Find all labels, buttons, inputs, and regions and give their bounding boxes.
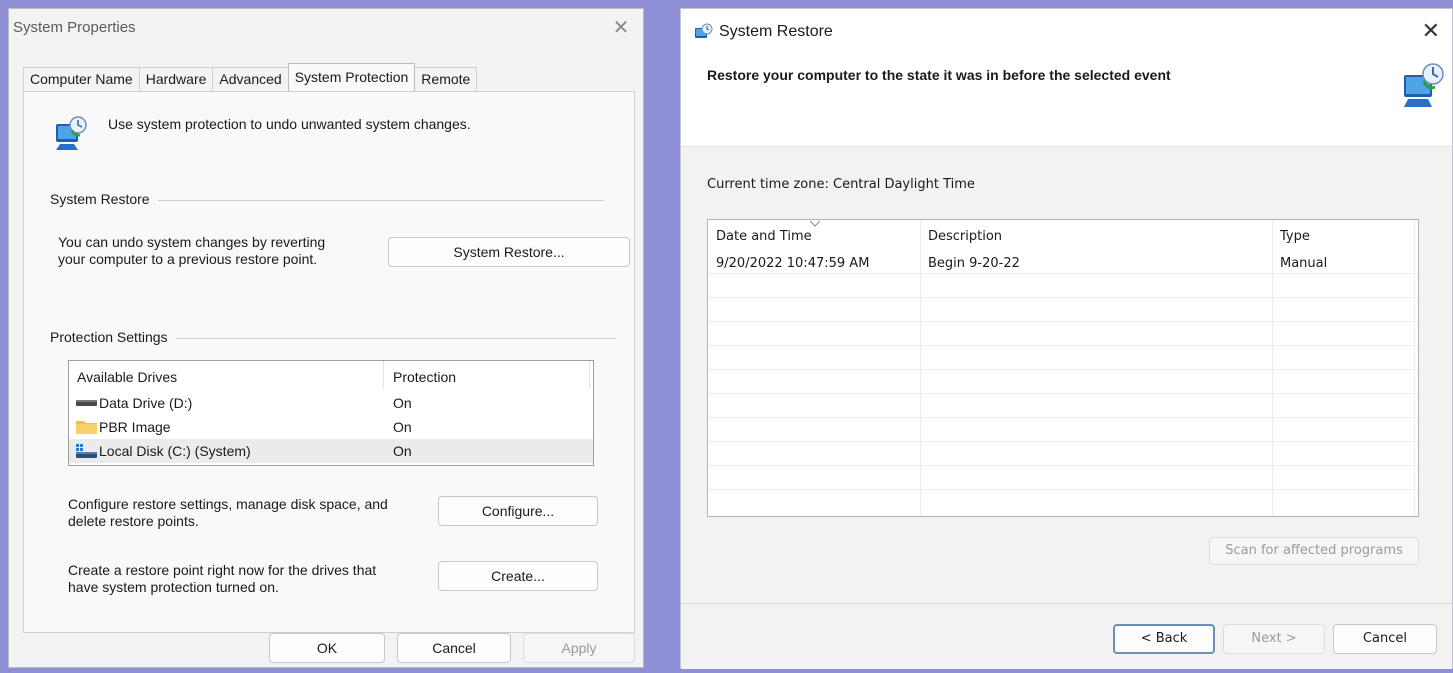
empty-row: [708, 418, 1418, 442]
system-restore-button[interactable]: System Restore...: [388, 237, 630, 267]
restore-description: You can undo system changes by reverting…: [58, 234, 326, 267]
cancel-button[interactable]: Cancel: [397, 633, 511, 663]
system-protection-icon: [56, 116, 87, 150]
system-protection-panel: Use system protection to undo unwanted s…: [23, 91, 635, 633]
table-header: Date and Time Description Type: [708, 220, 1418, 250]
row-date: 9/20/2022 10:47:59 AM: [716, 256, 870, 271]
system-restore-icon: [695, 23, 713, 38]
drive-row-data-drive[interactable]: Data Drive (D:) On: [69, 391, 593, 415]
tab-remote[interactable]: Remote: [414, 67, 478, 91]
row-type: Manual: [1280, 256, 1328, 271]
empty-row: [708, 274, 1418, 298]
protection-settings-group-label: Protection Settings: [50, 329, 176, 345]
ok-button[interactable]: OK: [269, 633, 385, 663]
timezone-label: Current time zone: Central Daylight Time: [707, 177, 975, 192]
empty-row: [708, 370, 1418, 394]
next-button[interactable]: Next >: [1223, 624, 1325, 654]
system-restore-group-label: System Restore: [50, 191, 158, 207]
tab-system-protection[interactable]: System Protection: [287, 63, 416, 91]
drive-protection-status: On: [393, 419, 412, 435]
system-restore-icon: [1404, 63, 1444, 107]
system-restore-window: System Restore ✕ Restore your computer t…: [680, 8, 1453, 669]
empty-row: [708, 442, 1418, 466]
drive-name: PBR Image: [99, 419, 171, 435]
close-icon[interactable]: ✕: [1422, 19, 1440, 43]
hard-drive-icon: [76, 400, 97, 406]
dialog-buttons: OK Cancel Apply: [9, 633, 643, 669]
configure-description: Configure restore settings, manage disk …: [68, 496, 388, 529]
drive-protection-status: On: [393, 395, 412, 411]
restore-points-table[interactable]: Date and Time Description Type 9/20/2022…: [707, 219, 1419, 517]
empty-row: [708, 322, 1418, 346]
create-description: Create a restore point right now for the…: [68, 562, 377, 595]
wizard-header: System Restore ✕ Restore your computer t…: [681, 9, 1452, 147]
wizard-heading: Restore your computer to the state it wa…: [707, 67, 1171, 83]
available-drives-list[interactable]: Available Drives Protection Data Drive (…: [68, 360, 594, 466]
row-description: Begin 9-20-22: [928, 256, 1020, 271]
scan-affected-programs-button[interactable]: Scan for affected programs: [1209, 537, 1419, 565]
back-button[interactable]: < Back: [1113, 624, 1215, 654]
sort-descending-icon: [809, 220, 821, 227]
drive-name: Data Drive (D:): [99, 395, 193, 411]
empty-row: [708, 346, 1418, 370]
column-header-protection[interactable]: Protection: [393, 369, 456, 385]
window-title[interactable]: System Restore: [719, 23, 833, 41]
tab-computer-name[interactable]: Computer Name: [23, 67, 140, 91]
create-button[interactable]: Create...: [438, 561, 598, 591]
table-row[interactable]: 9/20/2022 10:47:59 AM Begin 9-20-22 Manu…: [708, 250, 1418, 274]
tab-hardware[interactable]: Hardware: [138, 67, 214, 91]
tab-strip: Computer Name Hardware Advanced System P…: [23, 63, 478, 91]
close-icon[interactable]: ✕: [609, 17, 633, 41]
wizard-footer: < Back Next > Cancel: [681, 603, 1452, 669]
wizard-body: Current time zone: Central Daylight Time…: [681, 147, 1452, 603]
tab-advanced[interactable]: Advanced: [212, 67, 289, 91]
system-properties-window: System Properties ✕ Computer Name Hardwa…: [8, 8, 644, 668]
drive-row-pbr-image[interactable]: PBR Image On: [69, 415, 593, 439]
column-header-type[interactable]: Type: [1280, 229, 1310, 244]
window-title: System Properties: [13, 19, 136, 36]
column-header-description[interactable]: Description: [928, 229, 1002, 244]
drives-header: Available Drives Protection: [69, 361, 593, 389]
empty-row: [708, 466, 1418, 490]
cancel-button[interactable]: Cancel: [1333, 624, 1437, 654]
drive-name: Local Disk (C:) (System): [99, 443, 251, 459]
header-text: Use system protection to undo unwanted s…: [108, 116, 471, 132]
configure-button[interactable]: Configure...: [438, 496, 598, 526]
drive-row-local-disk-c[interactable]: Local Disk (C:) (System) On: [69, 439, 593, 463]
folder-icon: [76, 421, 97, 434]
drive-protection-status: On: [393, 443, 412, 459]
apply-button[interactable]: Apply: [523, 633, 635, 663]
column-header-drives[interactable]: Available Drives: [77, 369, 177, 385]
empty-row: [708, 298, 1418, 322]
empty-row: [708, 394, 1418, 418]
title-bar[interactable]: System Properties ✕: [9, 9, 643, 49]
column-header-date[interactable]: Date and Time: [716, 229, 812, 244]
windows-drive-icon: [76, 444, 97, 458]
